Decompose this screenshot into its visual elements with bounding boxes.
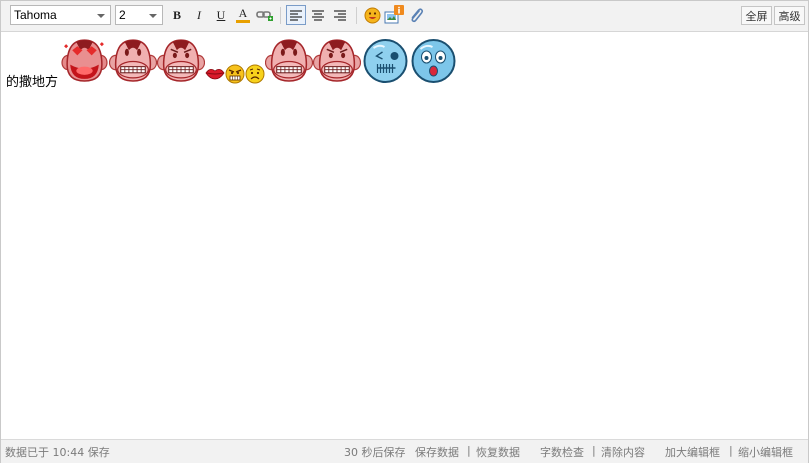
font-size-select[interactable]: 2	[115, 5, 163, 25]
autosave-status: 数据已于 10:44 保存	[5, 444, 110, 460]
monkey-angry-icon	[313, 39, 361, 82]
rich-text-editor: Tahoma 2 B I U A 全屏 高级 的撒地方 数据已于 10:44 保…	[0, 0, 809, 463]
countdown-number: 30	[344, 446, 358, 459]
monkey-grin-icon	[265, 39, 313, 82]
chevron-down-icon	[149, 14, 157, 18]
align-left-icon	[290, 9, 302, 21]
insert-image-button[interactable]	[384, 5, 404, 25]
shrink-editor-link[interactable]: 缩小编辑框	[738, 444, 793, 460]
save-data-link[interactable]: 保存数据	[415, 444, 459, 460]
font-family-select[interactable]: Tahoma	[10, 5, 111, 25]
italic-icon: I	[197, 7, 201, 22]
autosave-suffix: 保存	[87, 446, 110, 459]
surprised-face-icon	[411, 39, 456, 83]
toolbar-separator	[280, 7, 281, 24]
smiley-icon	[364, 7, 380, 23]
monkey-angry-icon	[157, 39, 205, 82]
link-icon	[256, 11, 273, 21]
status-separator: |	[592, 444, 596, 457]
bold-icon: B	[172, 7, 181, 22]
fullscreen-button[interactable]: 全屏	[741, 6, 772, 25]
underline-icon: U	[216, 7, 226, 22]
font-color-swatch	[236, 19, 250, 23]
status-separator: |	[467, 444, 471, 457]
align-center-button[interactable]	[308, 5, 328, 25]
font-color-button[interactable]: A	[233, 5, 253, 25]
link-button[interactable]	[255, 5, 275, 25]
word-count-link[interactable]: 字数检查	[540, 444, 584, 460]
smiley-angry-icon	[225, 64, 245, 84]
countdown-status: 30 秒后保存	[344, 444, 406, 460]
restore-data-link[interactable]: 恢复数据	[476, 444, 520, 460]
align-left-button[interactable]	[286, 5, 306, 25]
enlarge-editor-link[interactable]: 加大编辑框	[665, 444, 720, 460]
align-right-icon	[334, 9, 346, 21]
fullscreen-label: 全屏	[745, 9, 768, 23]
editor-toolbar: Tahoma 2 B I U A 全屏 高级	[1, 1, 808, 32]
align-right-button[interactable]	[330, 5, 350, 25]
skull-icon	[363, 39, 408, 83]
status-separator: |	[729, 444, 733, 457]
lips-icon	[205, 69, 225, 80]
smiley-sad-icon	[245, 64, 265, 84]
clear-content-link[interactable]: 清除内容	[601, 444, 645, 460]
editor-status-bar: 数据已于 10:44 保存 30 秒后保存 保存数据 | 恢复数据 字数检查 |…	[1, 439, 808, 463]
emoticon-button[interactable]	[362, 5, 382, 25]
underline-button[interactable]: U	[211, 5, 231, 25]
font-size-value: 2	[119, 8, 126, 22]
advanced-button[interactable]: 高级	[774, 6, 805, 25]
italic-button[interactable]: I	[189, 5, 209, 25]
countdown-text: 秒后保存	[361, 446, 406, 459]
align-center-icon	[312, 9, 324, 21]
content-text: 的撒地方	[6, 75, 59, 90]
attachment-button[interactable]	[406, 5, 426, 25]
autosave-time: 10:44	[52, 446, 85, 459]
bold-button[interactable]: B	[167, 5, 187, 25]
paperclip-icon	[411, 7, 424, 22]
advanced-label: 高级	[778, 9, 801, 23]
toolbar-separator	[356, 7, 357, 24]
monkey-love-icon	[61, 39, 108, 82]
font-family-value: Tahoma	[14, 8, 57, 22]
font-color-icon: A	[238, 5, 248, 20]
monkey-grin-icon	[109, 39, 157, 82]
chevron-down-icon	[97, 14, 105, 18]
image-icon	[384, 5, 404, 24]
autosave-prefix: 数据已于	[5, 446, 49, 459]
editor-content-area[interactable]: 的撒地方	[1, 32, 808, 439]
